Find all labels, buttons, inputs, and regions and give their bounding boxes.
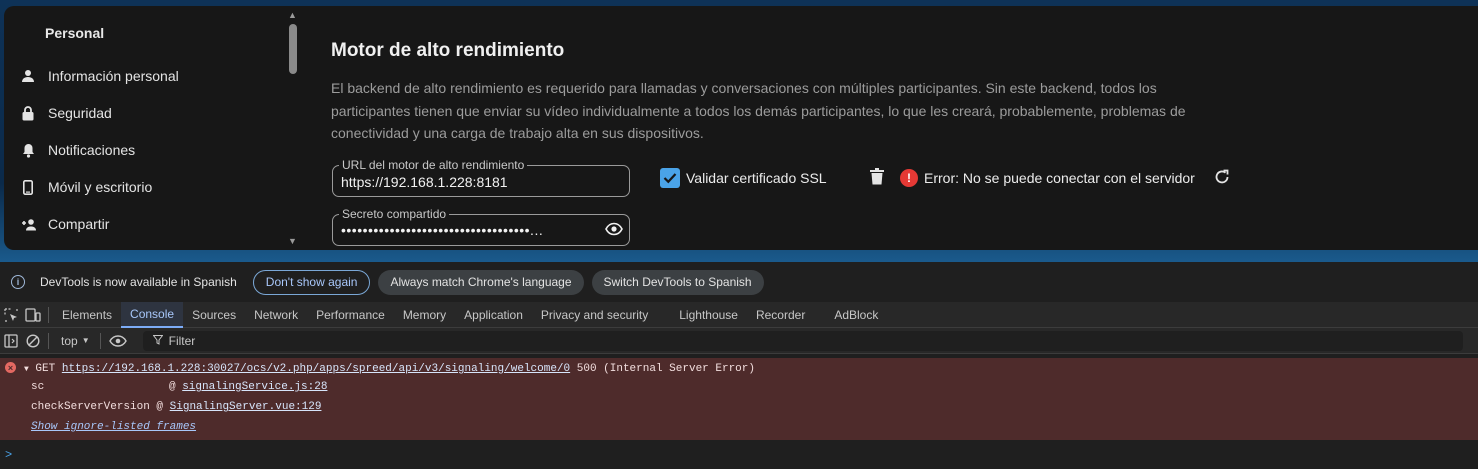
tab-sources[interactable]: Sources <box>183 302 245 328</box>
tab-memory[interactable]: Memory <box>394 302 455 328</box>
settings-main-panel: Motor de alto rendimiento El backend de … <box>302 6 1478 250</box>
stack-frame-row: sc @ signalingService.js:28 <box>31 381 328 393</box>
user-plus-icon <box>8 218 44 231</box>
toolbar-divider <box>48 332 49 349</box>
validate-ssl-checkbox[interactable] <box>660 168 680 188</box>
devtools-language-infobar: i DevTools is now available in Spanish D… <box>0 262 1478 302</box>
error-request-line: ▼ GET https://192.168.1.228:30027/ocs/v2… <box>24 360 755 378</box>
hpb-url-field[interactable]: URL del motor de alto rendimiento https:… <box>332 158 630 197</box>
sidebar-item-label: Compartir <box>48 216 110 232</box>
live-expression-eye-icon[interactable] <box>105 334 131 347</box>
hpb-url-label: URL del motor de alto rendimiento <box>339 158 528 172</box>
tab-application[interactable]: Application <box>455 302 532 328</box>
validate-ssl-label[interactable]: Validar certificado SSL <box>686 170 827 186</box>
error-x-icon: × <box>5 362 16 373</box>
sidebar-item-label: Seguridad <box>48 105 112 121</box>
shared-secret-input[interactable]: •••••••••••••••••••••••••••••••••••... <box>341 222 543 238</box>
sidebar-item-label: Móvil y escritorio <box>48 179 153 195</box>
error-alert-icon: ! <box>900 169 918 187</box>
stack-frame-source-link[interactable]: signalingService.js:28 <box>182 381 327 393</box>
infobar-message: DevTools is now available in Spanish <box>40 275 237 289</box>
user-icon <box>8 69 44 83</box>
clear-console-icon[interactable] <box>22 333 44 348</box>
switch-devtools-language-button[interactable]: Switch DevTools to Spanish <box>591 269 764 295</box>
dont-show-again-button[interactable]: Don't show again <box>252 269 371 295</box>
eye-icon[interactable] <box>605 222 623 241</box>
console-filter-input[interactable]: Filter <box>142 330 1463 351</box>
error-request-url[interactable]: https://192.168.1.228:30027/ocs/v2.php/a… <box>62 363 570 375</box>
devtools-tabbar: Elements Console Sources Network Perform… <box>0 301 1478 328</box>
sidebar-section-title: Personal <box>45 25 105 41</box>
show-ignore-listed-frames-link[interactable]: Show ignore-listed frames <box>31 421 196 433</box>
context-selector[interactable]: top ▼ <box>61 334 90 348</box>
tab-performance[interactable]: Performance <box>307 302 394 328</box>
toolbar-divider <box>99 332 101 349</box>
sidebar-item-label: Notificaciones <box>48 142 136 158</box>
console-prompt-chevron-icon[interactable]: > <box>5 448 12 462</box>
stack-frame-function: checkServerVersion <box>31 401 150 413</box>
refresh-icon[interactable] <box>1213 168 1231 191</box>
hpb-url-input[interactable]: https://192.168.1.228:8181 <box>341 174 508 190</box>
tab-network[interactable]: Network <box>245 302 307 328</box>
sidebar-scrollbar-thumb[interactable] <box>289 24 297 74</box>
shared-secret-label: Secreto compartido <box>339 207 450 221</box>
section-title: Motor de alto rendimiento <box>331 40 565 61</box>
info-icon: i <box>11 275 25 289</box>
section-description: El backend de alto rendimiento es requer… <box>331 80 1186 141</box>
stack-frame-source-link[interactable]: SignalingServer.vue:129 <box>170 401 322 413</box>
phone-icon <box>8 179 44 195</box>
tab-lighthouse[interactable]: Lighthouse <box>670 302 747 328</box>
settings-sidebar: Personal Información personal Seguridad … <box>4 6 302 250</box>
filter-placeholder: Filter <box>168 333 196 348</box>
always-match-language-button[interactable]: Always match Chrome's language <box>378 269 584 295</box>
sidebar-item-sharing[interactable]: Compartir <box>8 208 278 240</box>
stack-frame-row: checkServerVersion @ SignalingServer.vue… <box>31 401 322 413</box>
console-toolbar: top ▼ Filter <box>0 328 1478 354</box>
connection-error-message: Error: No se puede conectar con el servi… <box>924 170 1195 186</box>
show-ignore-listed-frames-row: Show ignore-listed frames <box>31 418 196 436</box>
console-error-message: × ▼ GET https://192.168.1.228:30027/ocs/… <box>0 358 1478 440</box>
sidebar-item-security[interactable]: Seguridad <box>8 97 278 129</box>
tab-console[interactable]: Console <box>121 301 184 328</box>
sidebar-item-personal-info[interactable]: Información personal <box>8 60 278 92</box>
error-method: GET <box>35 363 56 375</box>
tab-recorder[interactable]: Recorder <box>747 302 825 328</box>
tab-privacy-security[interactable]: Privacy and security <box>532 302 670 328</box>
tab-elements[interactable]: Elements <box>53 302 121 328</box>
error-status: 500 (Internal Server Error) <box>576 363 755 375</box>
sidebar-item-notifications[interactable]: Notificaciones <box>8 134 278 166</box>
lock-icon <box>8 105 44 121</box>
tab-adblock[interactable]: AdBlock <box>825 302 887 328</box>
sidebar-toggle-icon[interactable] <box>0 333 22 348</box>
sidebar-item-label: Información personal <box>48 68 179 84</box>
toolbar-divider <box>48 306 49 323</box>
shared-secret-field[interactable]: Secreto compartido •••••••••••••••••••••… <box>332 207 630 246</box>
inspect-element-icon[interactable] <box>0 307 22 322</box>
trash-icon[interactable] <box>870 168 884 190</box>
context-selector-value: top <box>61 333 78 348</box>
scroll-up-arrow-icon[interactable]: ▲ <box>288 10 297 20</box>
scroll-down-arrow-icon[interactable]: ▼ <box>288 236 297 246</box>
sidebar-item-mobile-desktop[interactable]: Móvil y escritorio <box>8 171 278 203</box>
device-toolbar-icon[interactable] <box>22 307 44 322</box>
filter-funnel-icon <box>152 334 164 348</box>
stack-frame-function: sc <box>31 381 45 393</box>
bell-icon <box>8 143 44 158</box>
chevron-down-icon: ▼ <box>81 336 90 345</box>
